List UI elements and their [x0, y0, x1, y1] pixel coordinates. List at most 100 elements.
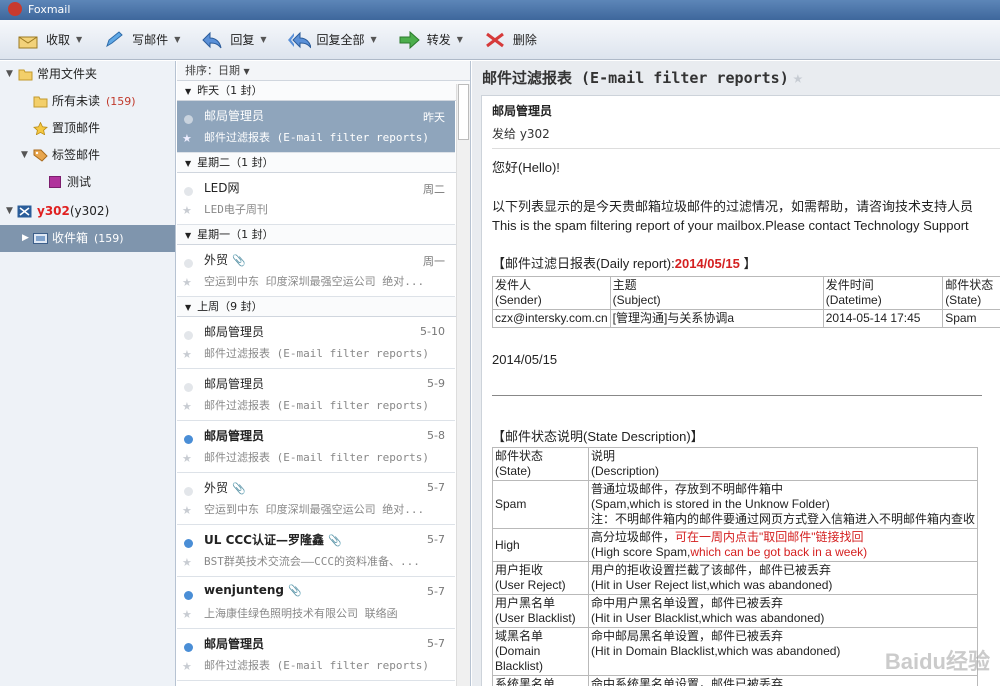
- read-status-icon[interactable]: [184, 259, 193, 268]
- expand-arrow-icon[interactable]: ▼: [21, 142, 28, 169]
- star-icon[interactable]: ★: [182, 204, 192, 217]
- expand-arrow-icon[interactable]: ▶: [22, 225, 29, 252]
- table-header-cell: 邮件状态 (State): [942, 276, 1000, 310]
- mail-sender: 邮局管理员: [204, 429, 265, 443]
- mail-group-header[interactable]: ▼ 星期一（1 封）: [177, 225, 470, 245]
- read-status-icon[interactable]: [184, 539, 193, 548]
- table-row: 用户黑名单 (User Blacklist) 命中用户黑名单设置，邮件已被丢弃 (Hi…: [492, 594, 979, 628]
- description-cell: 高分垃圾邮件，可在一周内点击"取回邮件"链接找回 (High score Spam…: [587, 528, 979, 562]
- app-title: Foxmail: [28, 3, 71, 16]
- folder-common[interactable]: ▼ 常用文件夹: [0, 61, 175, 88]
- star-icon[interactable]: ★: [182, 132, 192, 145]
- toolbar-button-receive[interactable]: 收取 ▼: [10, 25, 88, 55]
- expand-arrow-icon[interactable]: ▼: [6, 198, 13, 225]
- table-row: Spam 普通垃圾邮件，存放到不明邮件箱中 (Spam,which is store…: [492, 480, 979, 529]
- mail-date: 5-7: [427, 637, 445, 650]
- mail-date: 周一: [423, 255, 445, 268]
- attachment-icon: 📎: [287, 584, 302, 597]
- mail-list-item[interactable]: ★ 邮局管理员 5-8 邮件过滤报表 (E-mail filter reports): [177, 421, 455, 473]
- chevron-down-icon[interactable]: ▼: [457, 35, 463, 44]
- scrollbar-thumb[interactable]: [458, 84, 469, 140]
- tag-test[interactable]: 测试: [0, 169, 175, 196]
- read-status-icon[interactable]: [184, 435, 193, 444]
- message-title: 邮件过滤报表 (E-mail filter reports): [482, 69, 789, 87]
- read-status-icon[interactable]: [184, 643, 193, 652]
- reply-icon: [200, 29, 224, 51]
- folder-inbox[interactable]: ▶ 收件箱 (159): [0, 225, 175, 252]
- star-icon[interactable]: ★: [182, 276, 192, 289]
- folder-label: 标签邮件: [52, 148, 101, 162]
- table-row: High 高分垃圾邮件，可在一周内点击"取回邮件"链接找回 (High score …: [492, 528, 979, 562]
- table-cell: Spam: [942, 309, 1000, 328]
- mail-subject: 邮件过滤报表 (E-mail filter reports): [204, 347, 429, 360]
- star-icon[interactable]: ★: [182, 608, 192, 621]
- star-icon[interactable]: ★: [182, 452, 192, 465]
- state-cell: Spam: [492, 480, 589, 529]
- mail-date: 5-7: [427, 533, 445, 546]
- collapse-arrow-icon[interactable]: ▼: [185, 159, 191, 168]
- mail-group-header[interactable]: ▼ 昨天（1 封）: [177, 81, 470, 101]
- collapse-arrow-icon[interactable]: ▼: [185, 303, 191, 312]
- toolbar-button-forward[interactable]: 转发 ▼: [391, 25, 469, 55]
- mail-list-item[interactable]: ★ LED网 周二 LED电子周刊: [177, 173, 455, 225]
- folder-tagged[interactable]: ▼ 标签邮件: [0, 142, 175, 169]
- collapse-arrow-icon[interactable]: ▼: [185, 87, 191, 96]
- mail-list-item[interactable]: ★ 邮局管理员 5-10 邮件过滤报表 (E-mail filter reports): [177, 317, 455, 369]
- mail-date: 周二: [423, 183, 445, 196]
- mail-list-item[interactable]: ★ 邮局管理员 5-9 邮件过滤报表 (E-mail filter reports): [177, 369, 455, 421]
- chevron-down-icon[interactable]: ▼: [260, 35, 266, 44]
- account-row[interactable]: ▼ y302(y302): [0, 198, 175, 225]
- mail-list-scrollbar[interactable]: [456, 84, 470, 686]
- account-suffix: (y302): [69, 204, 110, 218]
- star-icon[interactable]: ★: [793, 68, 803, 88]
- read-status-icon[interactable]: [184, 115, 193, 124]
- mail-group-header[interactable]: ▼ 上周（9 封）: [177, 297, 470, 317]
- table-cell[interactable]: czx@intersky.com.cn: [492, 309, 611, 328]
- mail-sender: 邮局管理员: [204, 637, 265, 651]
- mail-list-item[interactable]: ★ 外贸 📎 5-7 空运到中东 印度深圳最强空运公司 绝对...: [177, 473, 455, 525]
- folder-pinned[interactable]: 置顶邮件: [0, 115, 175, 142]
- read-status-icon[interactable]: [184, 487, 193, 496]
- toolbar-button-delete[interactable]: 删除: [477, 25, 543, 55]
- read-status-icon[interactable]: [184, 187, 193, 196]
- folder-icon: [33, 96, 48, 108]
- chevron-down-icon[interactable]: ▼: [174, 35, 180, 44]
- title-bar: Foxmail: [0, 0, 1000, 20]
- folder-label: 常用文件夹: [37, 67, 98, 81]
- attachment-icon: 📎: [328, 534, 342, 547]
- chevron-down-icon[interactable]: ▼: [76, 35, 82, 44]
- table-header-cell: 主题 (Subject): [609, 276, 824, 310]
- collapse-arrow-icon[interactable]: ▼: [185, 231, 191, 240]
- chevron-down-icon[interactable]: ▼: [371, 35, 377, 44]
- mail-list-item[interactable]: ★ 邮局管理员 5-7 邮件过滤报表 (E-mail filter reports): [177, 629, 455, 681]
- star-icon[interactable]: ★: [182, 504, 192, 517]
- read-status-icon[interactable]: [184, 383, 193, 392]
- state-cell: High: [492, 528, 589, 562]
- read-status-icon[interactable]: [184, 591, 193, 600]
- read-status-icon[interactable]: [184, 331, 193, 340]
- mail-list-item[interactable]: ★ 外贸 📎 周一 空运到中东 印度深圳最强空运公司 绝对...: [177, 245, 455, 297]
- toolbar-button-reply[interactable]: 回复 ▼: [194, 25, 272, 55]
- toolbar-label: 删除: [512, 33, 537, 47]
- watermark: Baidu经验: [884, 649, 990, 674]
- delete-icon: [483, 29, 507, 51]
- toolbar-button-reply-all[interactable]: 回复全部 ▼: [281, 25, 383, 55]
- group-label: 星期一（1 封）: [197, 228, 274, 241]
- star-icon[interactable]: ★: [182, 400, 192, 413]
- mail-group-header[interactable]: ▼ 星期二（1 封）: [177, 153, 470, 173]
- star-icon[interactable]: ★: [182, 660, 192, 673]
- toolbar-label: 写邮件: [132, 33, 169, 47]
- star-icon[interactable]: ★: [182, 348, 192, 361]
- star-icon[interactable]: ★: [182, 556, 192, 569]
- expand-arrow-icon[interactable]: ▼: [6, 61, 13, 88]
- sort-bar[interactable]: 排序：日期 ▼: [177, 61, 470, 81]
- folder-label: 置顶邮件: [52, 121, 101, 135]
- daily-report-date: 2014/05/15: [674, 256, 740, 271]
- table-header-row: 邮件状态 (State) 说明 (Description): [492, 447, 979, 481]
- compose-icon: [102, 29, 126, 51]
- mail-list-item[interactable]: ★ UL CCC认证—罗隆鑫 📎 5-7 BST群英技术交流会——CCC的资料准备、..…: [177, 525, 455, 577]
- mail-list-item[interactable]: ★ wenjunteng 📎 5-7 上海康佳绿色照明技术有限公司 联络函: [177, 577, 455, 629]
- folder-unread[interactable]: 所有未读 (159): [0, 88, 175, 115]
- toolbar-button-compose[interactable]: 写邮件 ▼: [96, 25, 186, 55]
- mail-list-item[interactable]: ★ 邮局管理员 昨天 邮件过滤报表 (E-mail filter reports): [177, 101, 455, 153]
